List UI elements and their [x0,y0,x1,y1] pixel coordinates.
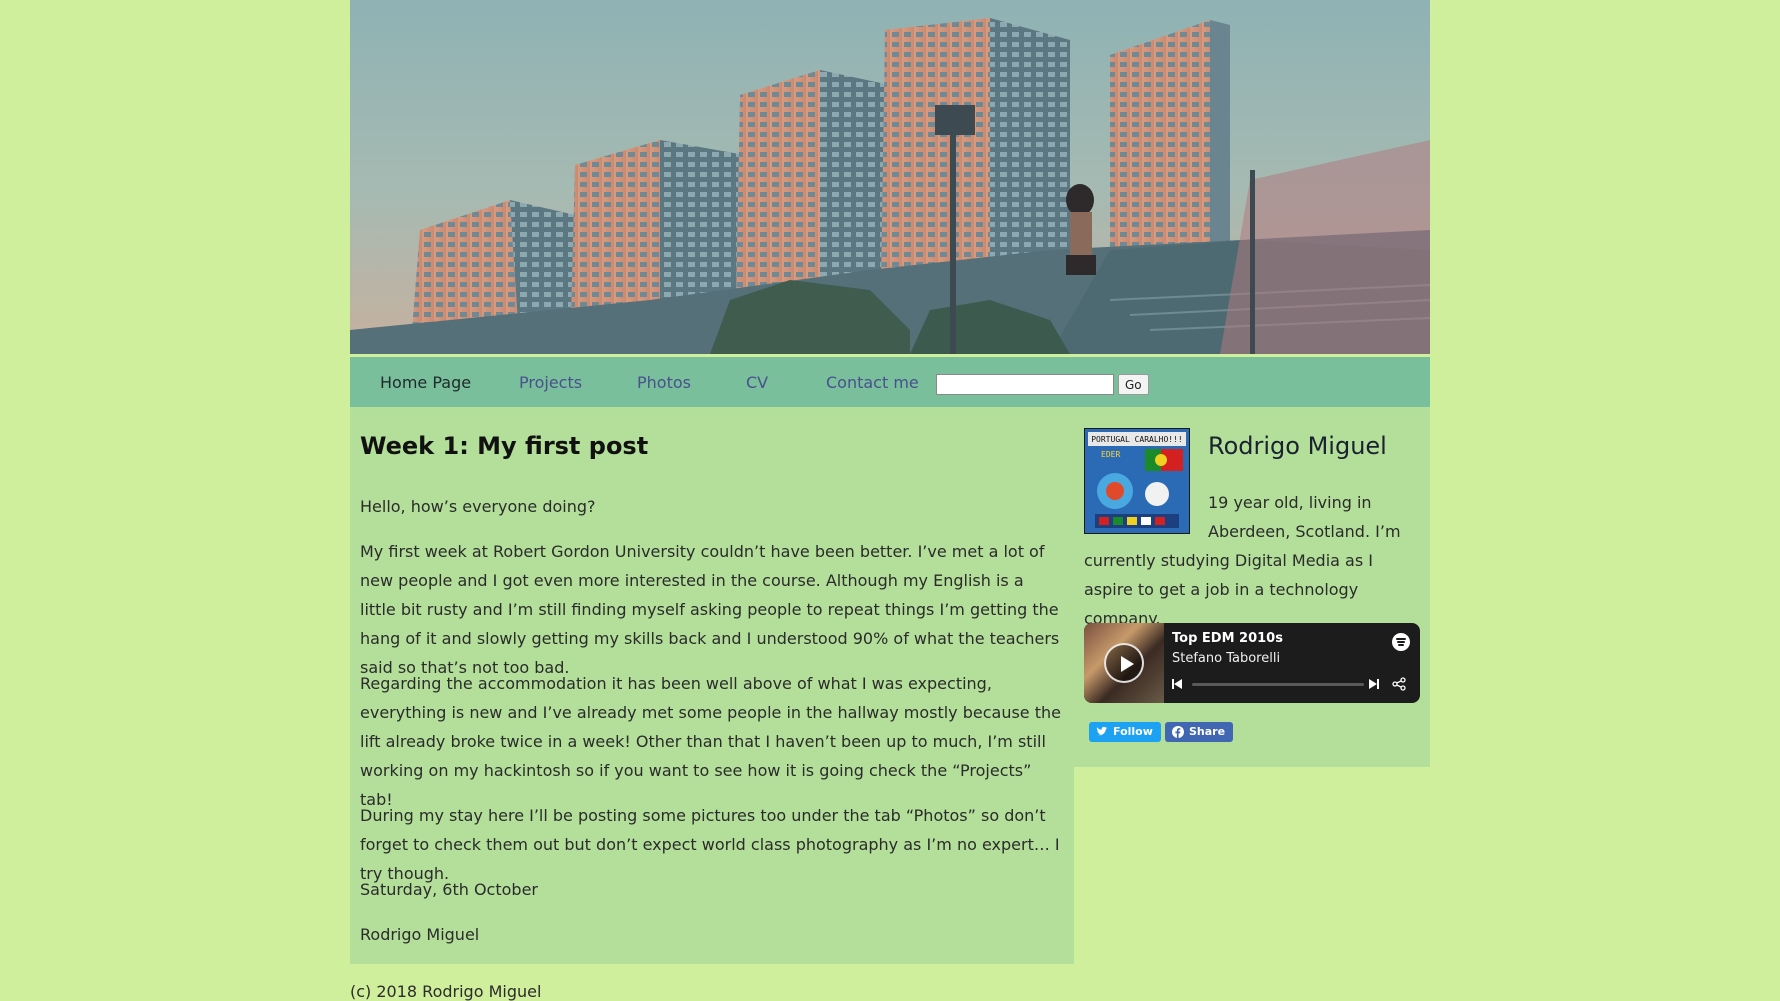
nav-cv[interactable]: CV [746,373,768,392]
nav-projects[interactable]: Projects [519,373,582,392]
search-input[interactable] [936,374,1114,395]
profile-bio: 19 year old, living in Aberdeen, Scotlan… [1084,488,1420,633]
spotify-playlist-widget: Top EDM 2010s Stefano Taborelli [1084,623,1420,703]
next-track-icon[interactable] [1369,679,1379,689]
share-icon[interactable] [1392,677,1406,691]
search-go-button[interactable]: Go [1118,374,1149,395]
profile-bio-line-2: Aberdeen, Scotland. I’m [1208,522,1401,541]
footer-copyright: (c) 2018 Rodrigo Miguel [350,982,542,1001]
post-date: Saturday, 6th October [360,880,538,899]
spotify-logo-icon[interactable] [1392,633,1410,651]
avatar-caption: PORTUGAL CARALHO!!! [1091,435,1183,444]
main-navigation: Home Page Projects Photos CV Contact me … [350,357,1430,407]
nav-contact-me[interactable]: Contact me [826,373,919,392]
profile-name: Rodrigo Miguel [1208,432,1387,460]
header-banner-image [350,0,1430,354]
play-icon[interactable] [1104,643,1144,683]
previous-track-icon[interactable] [1172,679,1182,689]
profile-bio-line-1: 19 year old, living in [1208,493,1372,512]
post-paragraph-university: My first week at Robert Gordon Universit… [360,542,1060,677]
facebook-share-label: Share [1189,725,1226,738]
post-title: Week 1: My first post [360,432,649,460]
profile-sidebar: PORTUGAL CARALHO!!! EDER Rodrigo Miguel … [1074,407,1430,767]
avatar-subcaption: EDER [1101,450,1120,459]
nav-home-page[interactable]: Home Page [380,373,471,392]
profile-bio-rest: currently studying Digital Media as I as… [1084,551,1373,628]
playlist-owner[interactable]: Stefano Taborelli [1172,651,1280,666]
playlist-title[interactable]: Top EDM 2010s [1172,631,1283,646]
post-paragraph-accommodation: Regarding the accommodation it has been … [360,674,1061,809]
post-author: Rodrigo Miguel [360,925,480,944]
nav-photos[interactable]: Photos [637,373,691,392]
twitter-follow-button[interactable]: Follow [1089,722,1161,742]
post-paragraph-greeting: Hello, how’s everyone doing? [360,497,596,516]
blog-post: Week 1: My first post Hello, how’s every… [350,407,1074,964]
facebook-share-button[interactable]: Share [1165,722,1234,742]
twitter-bird-icon [1096,726,1108,736]
track-progress-bar[interactable] [1192,683,1364,686]
twitter-follow-label: Follow [1113,725,1153,738]
facebook-icon [1172,726,1184,738]
